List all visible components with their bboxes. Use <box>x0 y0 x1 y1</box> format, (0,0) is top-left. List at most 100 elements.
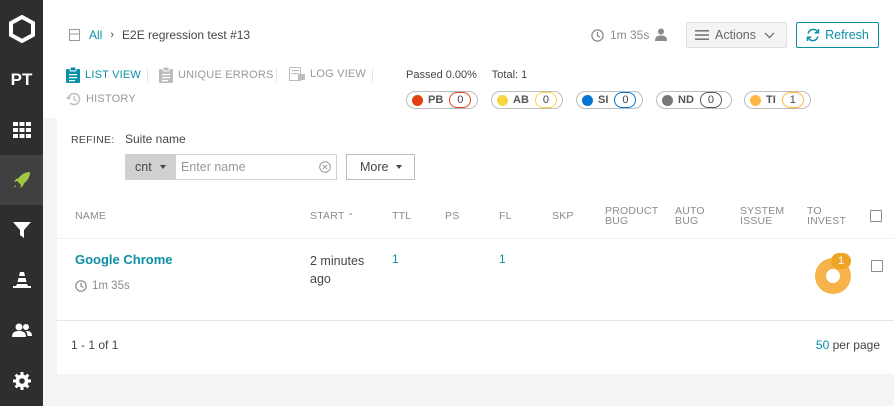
sidebar-item-filters[interactable] <box>0 205 43 255</box>
launch-stats: Passed 0.00% Total: 1 <box>406 69 539 81</box>
defect-code: AB <box>513 94 529 106</box>
filter-icon <box>12 222 31 238</box>
ab-dot <box>497 94 508 106</box>
sidebar-item-members[interactable] <box>0 305 43 355</box>
sidebar-item-dashboard[interactable] <box>0 105 43 155</box>
si-dot <box>582 94 593 106</box>
item-ttl[interactable]: 1 <box>392 252 399 266</box>
defect-filter-ab[interactable]: AB 0 <box>491 91 563 109</box>
duration-text: 1m 35s <box>610 28 650 42</box>
clear-icon[interactable] <box>319 161 331 173</box>
tab-unique-errors-label: UNIQUE ERRORS <box>178 69 274 81</box>
item-duration-text: 1m 35s <box>92 280 130 292</box>
log-icon <box>289 67 305 81</box>
donut-hole <box>826 269 840 283</box>
pb-dot <box>412 94 423 106</box>
launch-content: REFINE: Suite name cnt More NAME START ⌃… <box>57 118 894 374</box>
row-divider <box>57 320 894 321</box>
project-code: PT <box>10 70 33 89</box>
col-auto-bug[interactable]: AUTO BUG <box>675 206 705 227</box>
breadcrumb-all-link[interactable]: All <box>89 28 102 42</box>
col-ttl[interactable]: TTL <box>392 211 411 222</box>
item-name-link[interactable]: Google Chrome <box>75 252 173 267</box>
condition-value: cnt <box>135 160 152 174</box>
defect-filter-nd[interactable]: ND 0 <box>656 91 732 109</box>
sidebar-item-launches[interactable] <box>0 155 43 205</box>
tab-divider <box>372 68 373 82</box>
select-all-checkbox[interactable] <box>870 210 882 222</box>
col-start-label: START <box>310 210 345 222</box>
defect-code: TI <box>766 94 776 106</box>
col-system-issue-line2: ISSUE <box>740 215 773 227</box>
tab-list-view-label: LIST VIEW <box>85 69 141 81</box>
page-size-value[interactable]: 50 <box>816 338 829 352</box>
clock-icon <box>591 28 604 42</box>
col-name[interactable]: NAME <box>75 211 106 222</box>
launch-header: All › E2E regression test #13 1m 35s Act… <box>43 0 894 118</box>
suite-name-label: Suite name <box>125 132 186 146</box>
nd-dot <box>662 94 673 106</box>
defect-code: PB <box>428 94 444 106</box>
item-start-time: 2 minutes ago <box>310 254 365 286</box>
item-fl[interactable]: 1 <box>499 252 506 266</box>
refresh-label: Refresh <box>825 28 869 42</box>
tab-log-view-label: LOG VIEW <box>310 68 366 80</box>
page-size-label: per page <box>832 338 880 352</box>
col-fl[interactable]: FL <box>499 211 512 222</box>
more-filters-button[interactable]: More <box>346 154 415 180</box>
passed-rate: Passed 0.00% <box>406 69 477 81</box>
user-icon <box>655 28 667 41</box>
caret-down-icon <box>159 165 166 169</box>
tab-unique-errors[interactable]: UNIQUE ERRORS <box>159 67 274 83</box>
defect-count: 0 <box>534 92 557 108</box>
caret-down-icon <box>396 165 403 169</box>
sort-asc-icon: ⌃ <box>347 212 355 221</box>
launch-duration: 1m 35s <box>591 28 649 42</box>
cone-icon <box>12 272 31 288</box>
col-ps[interactable]: PS <box>445 211 459 222</box>
condition-select[interactable]: cnt <box>125 154 175 180</box>
main-area: All › E2E regression test #13 1m 35s Act… <box>43 0 894 406</box>
defect-code: SI <box>598 94 609 106</box>
defect-filter-pb[interactable]: PB 0 <box>406 91 478 109</box>
actions-label: Actions <box>715 28 756 42</box>
breadcrumb: All › E2E regression test #13 <box>69 28 250 42</box>
sidebar-item-settings[interactable] <box>0 356 43 406</box>
chevron-down-icon <box>764 32 775 38</box>
defect-filter-ti[interactable]: TI 1 <box>744 91 811 109</box>
sidebar-item-debug[interactable] <box>0 255 43 305</box>
table-row <box>57 239 894 320</box>
page-size-selector[interactable]: 50 per page <box>816 338 880 352</box>
users-icon <box>11 323 32 337</box>
bookmark-icon <box>69 29 80 41</box>
refresh-button[interactable]: Refresh <box>796 22 879 48</box>
col-to-invest-line2: INVEST <box>807 215 847 227</box>
refine-label: REFINE: <box>71 134 115 146</box>
ti-dot <box>750 94 761 106</box>
project-selector[interactable]: PT <box>0 55 43 105</box>
col-skp[interactable]: SKP <box>552 211 574 222</box>
defect-count: 0 <box>614 92 637 108</box>
grid-icon <box>12 122 31 138</box>
col-product-bug-line2: BUG <box>605 215 629 227</box>
clipboard-list-icon <box>66 67 80 83</box>
more-label: More <box>360 160 389 174</box>
chevron-right-icon: › <box>110 29 115 41</box>
to-invest-count-badge[interactable]: 1 <box>831 253 851 269</box>
col-start[interactable]: START ⌃ <box>310 211 354 222</box>
suite-name-input[interactable] <box>175 154 337 180</box>
defect-filter-si[interactable]: SI 0 <box>576 91 643 109</box>
tab-history[interactable]: HISTORY <box>66 92 136 106</box>
tab-log-view[interactable]: LOG VIEW <box>289 67 366 81</box>
tab-divider <box>147 68 148 82</box>
tab-list-view[interactable]: LIST VIEW <box>66 67 141 83</box>
col-system-issue[interactable]: SYSTEM ISSUE <box>740 206 784 227</box>
row-checkbox[interactable] <box>871 260 883 272</box>
total-count: Total: 1 <box>491 69 528 81</box>
defect-code: ND <box>678 94 694 106</box>
col-product-bug[interactable]: PRODUCT BUG <box>605 206 658 227</box>
logo-icon[interactable] <box>0 4 43 54</box>
actions-dropdown[interactable]: Actions <box>686 22 787 48</box>
pagination-range: 1 - 1 of 1 <box>71 338 119 352</box>
col-to-invest[interactable]: TO INVEST <box>807 206 847 227</box>
